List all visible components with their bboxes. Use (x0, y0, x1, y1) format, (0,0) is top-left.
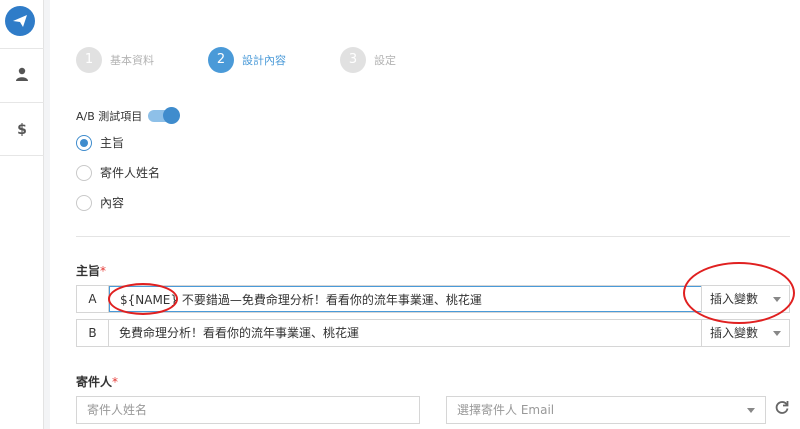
subject-label-text: 主旨 (76, 264, 101, 278)
step-design-content[interactable]: 2 設計內容 (208, 45, 286, 75)
refresh-icon[interactable] (772, 399, 792, 419)
sender-email-placeholder: 選擇寄件人 Email (457, 403, 555, 417)
ab-test-toggle[interactable] (148, 107, 181, 124)
step-label: 設計內容 (242, 54, 286, 67)
step-label: 設定 (374, 54, 396, 67)
radio-circle (76, 194, 92, 211)
ab-test-row: A/B 測試項目 (76, 107, 181, 124)
step-number: 3 (340, 47, 366, 73)
sender-email-select[interactable]: 選擇寄件人 Email (446, 396, 766, 424)
radio-content[interactable]: 內容 (76, 194, 124, 211)
sender-label: 寄件人* (76, 373, 118, 390)
sender-label-text: 寄件人 (76, 375, 113, 389)
toggle-knob (163, 107, 181, 124)
subject-row-a: A ${NAME} 不要錯過—免費命理分析！看看你的流年事業運、桃花運 插入變數 (76, 285, 790, 313)
step-number: 1 (76, 47, 102, 73)
paper-plane-icon[interactable] (5, 6, 35, 36)
step-basic-info[interactable]: 1 基本資料 (76, 45, 154, 75)
sender-name-input[interactable]: 寄件人姓名 (76, 396, 420, 424)
sidebar-item-user[interactable] (0, 48, 44, 102)
main-panel: 1 基本資料 2 設計內容 3 設定 A/B 測試項目 主旨 寄件人姓名 內容 … (50, 0, 800, 429)
sender-name-placeholder: 寄件人姓名 (87, 403, 148, 417)
sidebar-item-billing[interactable]: $ (0, 102, 44, 156)
insert-variable-dropdown-b[interactable]: 插入變數 (701, 320, 789, 346)
chevron-down-icon (773, 331, 781, 336)
sidebar: $ (0, 0, 44, 429)
subject-row-b: B 免費命理分析！看看你的流年事業運、桃花運 插入變數 (76, 319, 790, 347)
ab-test-label: A/B 測試項目 (76, 110, 143, 123)
insert-variable-label: 插入變數 (710, 292, 759, 306)
step-label: 基本資料 (110, 54, 154, 67)
subject-label: 主旨* (76, 262, 106, 279)
variant-letter: B (77, 320, 109, 346)
divider (76, 236, 790, 237)
radio-sender-name[interactable]: 寄件人姓名 (76, 164, 160, 181)
chevron-down-icon (747, 408, 755, 413)
required-mark: * (112, 375, 119, 389)
radio-label: 寄件人姓名 (100, 166, 161, 180)
radio-label: 內容 (100, 196, 125, 210)
dollar-icon: $ (17, 122, 27, 138)
step-settings[interactable]: 3 設定 (340, 45, 396, 75)
step-number: 2 (208, 47, 234, 73)
user-icon (13, 67, 31, 85)
subject-a-input[interactable]: ${NAME} 不要錯過—免費命理分析！看看你的流年事業運、桃花運 (109, 286, 701, 312)
insert-variable-label: 插入變數 (710, 326, 759, 340)
required-mark: * (100, 264, 107, 278)
radio-label: 主旨 (100, 136, 125, 150)
variant-letter: A (77, 286, 109, 312)
radio-subject[interactable]: 主旨 (76, 134, 124, 151)
radio-circle (76, 164, 92, 181)
insert-variable-dropdown-a[interactable]: 插入變數 (701, 286, 789, 312)
chevron-down-icon (773, 297, 781, 302)
subject-b-input[interactable]: 免費命理分析！看看你的流年事業運、桃花運 (109, 320, 701, 346)
radio-circle (76, 134, 92, 151)
